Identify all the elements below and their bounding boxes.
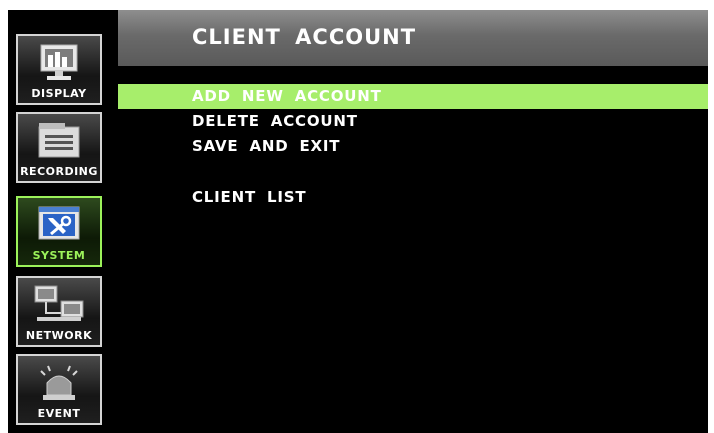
sidebar-item-display[interactable]: DISPLAY (16, 34, 102, 105)
sidebar-item-label: NETWORK (25, 329, 93, 342)
menu-item-label: DELETE ACCOUNT (192, 112, 358, 130)
menu-item-add-new-account[interactable]: ADD NEW ACCOUNT (118, 84, 708, 109)
menu-item-delete-account[interactable]: DELETE ACCOUNT (118, 109, 708, 134)
system-tools-icon (38, 206, 80, 240)
sidebar-item-label: DISPLAY (31, 87, 87, 100)
sidebar-item-event[interactable]: EVENT (16, 354, 102, 425)
dvr-screen: DISPLAY RECORDING SYSTEM NETWORK EVENT C… (8, 10, 708, 433)
monitor-icon (40, 44, 78, 80)
alarm-light-icon (40, 365, 78, 400)
recorder-icon (38, 123, 80, 158)
title-bar: CLIENT ACCOUNT (118, 10, 708, 66)
menu-item-label: SAVE AND EXIT (192, 137, 341, 155)
sidebar-item-label: SYSTEM (32, 249, 86, 262)
menu-item-client-list[interactable]: CLIENT LIST (118, 185, 708, 210)
sidebar-item-label: EVENT (37, 407, 81, 420)
client-account-panel: CLIENT ACCOUNT ADD NEW ACCOUNT DELETE AC… (118, 10, 708, 433)
network-icon (34, 285, 84, 321)
sidebar-item-system[interactable]: SYSTEM (16, 196, 102, 267)
page-title: CLIENT ACCOUNT (192, 25, 417, 49)
sidebar-item-network[interactable]: NETWORK (16, 276, 102, 347)
sidebar-item-recording[interactable]: RECORDING (16, 112, 102, 183)
menu-item-save-and-exit[interactable]: SAVE AND EXIT (118, 134, 708, 159)
sidebar-item-label: RECORDING (20, 165, 98, 178)
menu-item-label: CLIENT LIST (192, 188, 307, 206)
menu-item-label: ADD NEW ACCOUNT (192, 87, 382, 105)
sidebar: DISPLAY RECORDING SYSTEM NETWORK EVENT (8, 10, 114, 433)
